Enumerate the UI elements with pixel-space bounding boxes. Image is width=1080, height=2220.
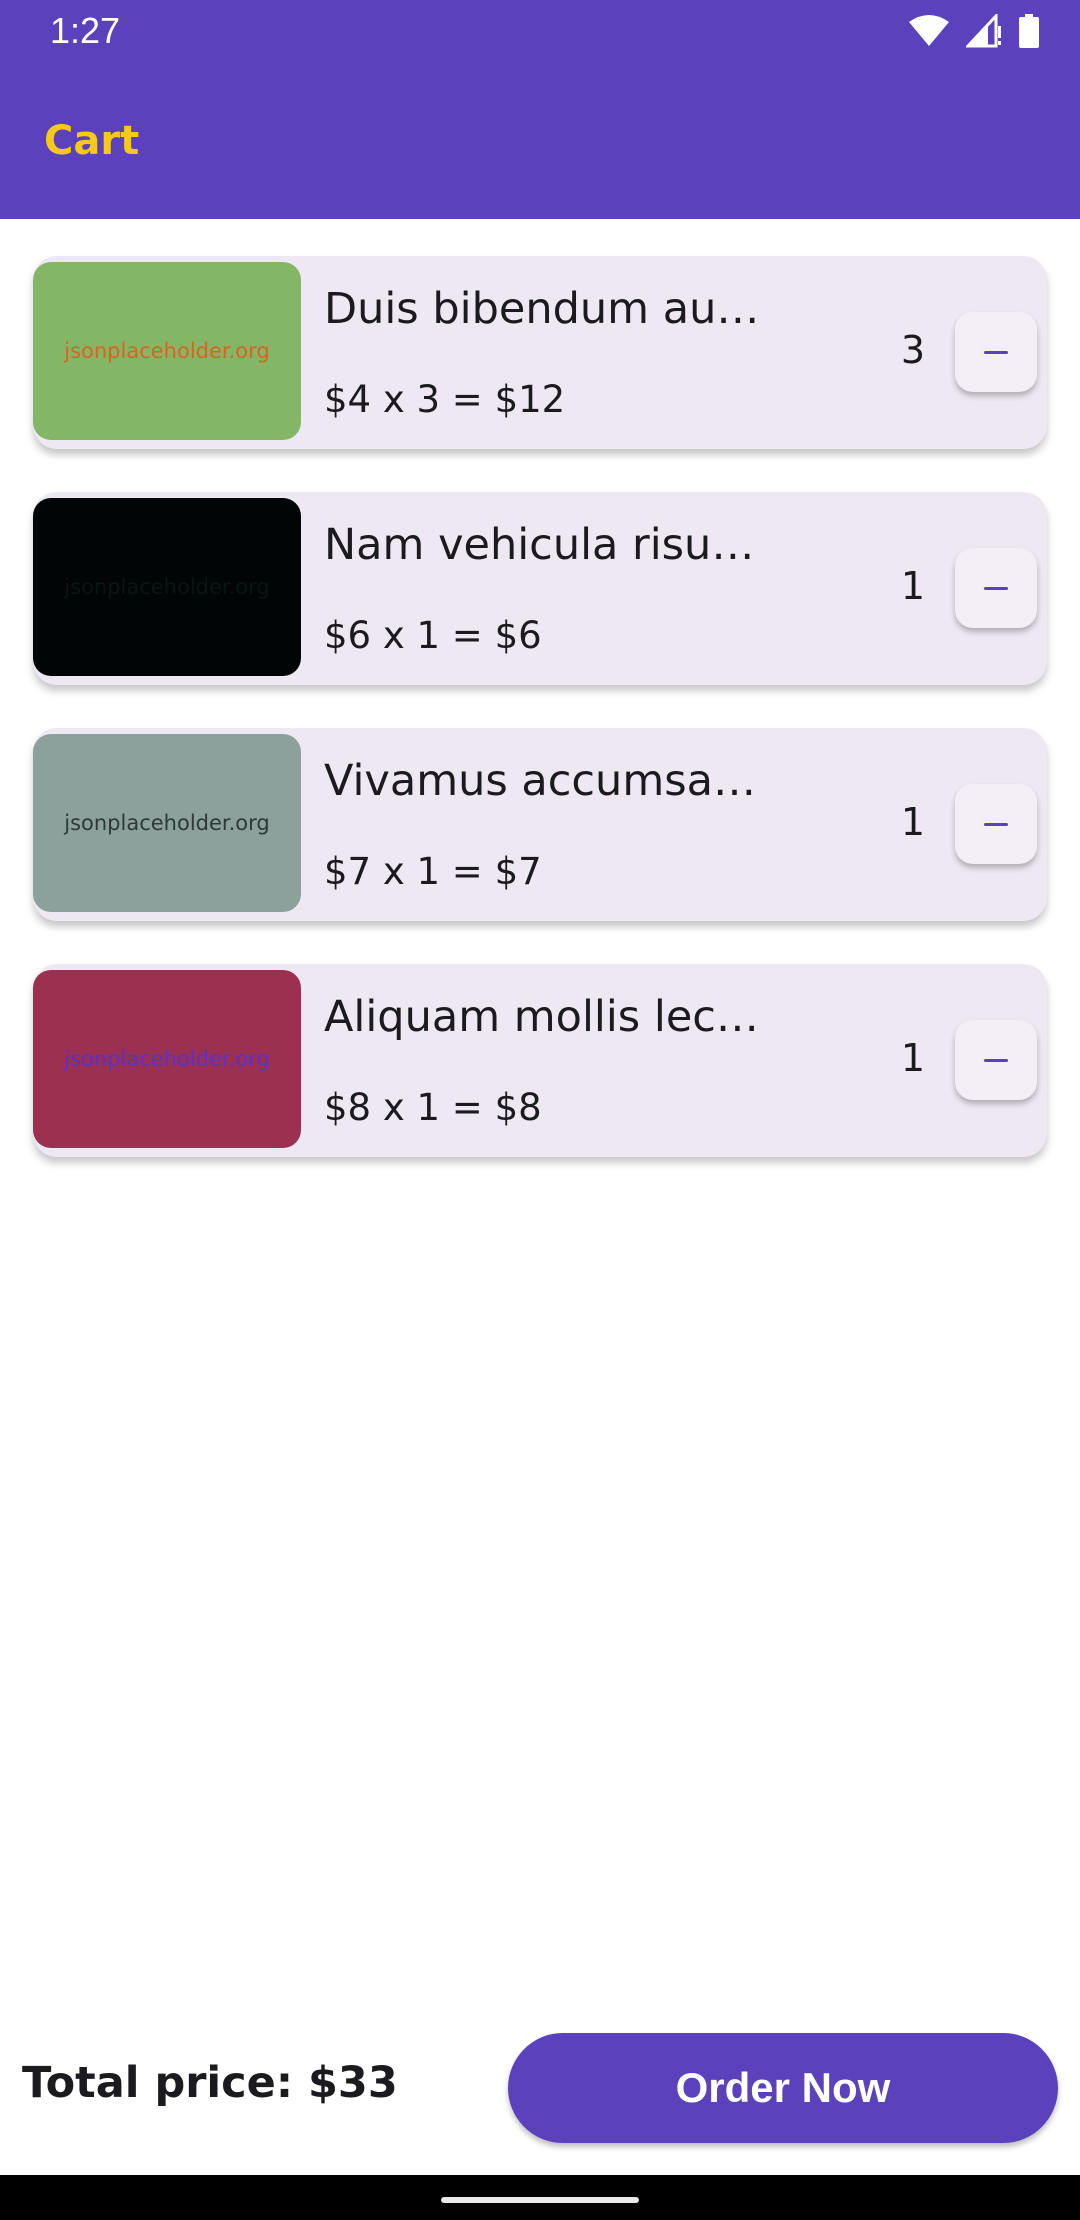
decrement-button[interactable] [955, 784, 1037, 864]
item-title: Aliquam mollis lec… [324, 992, 759, 1042]
status-time: 1:27 [50, 10, 121, 51]
decrement-button[interactable] [955, 312, 1037, 392]
item-price: $4 x 3 = $12 [324, 378, 566, 421]
order-now-button[interactable]: Order Now [508, 2033, 1058, 2143]
cart-item: jsonplaceholder.org Aliquam mollis lec… … [33, 964, 1047, 1157]
item-quantity: 1 [900, 1036, 926, 1080]
item-thumbnail: jsonplaceholder.org [33, 970, 301, 1148]
decrement-button[interactable] [955, 1020, 1037, 1100]
item-quantity: 3 [900, 328, 926, 372]
item-quantity: 1 [900, 800, 926, 844]
item-thumbnail: jsonplaceholder.org [33, 498, 301, 676]
signal-icon [966, 14, 1001, 48]
home-gesture-handle[interactable] [441, 2197, 639, 2203]
minus-icon [984, 350, 1008, 354]
cart-item: jsonplaceholder.org Nam vehicula risu… $… [33, 492, 1047, 685]
status-icons [908, 14, 1040, 48]
item-price: $6 x 1 = $6 [324, 614, 542, 657]
item-quantity: 1 [900, 564, 926, 608]
page-title: Cart [44, 118, 140, 164]
wifi-icon [909, 15, 949, 46]
app-bar: Cart [0, 66, 1080, 219]
item-title: Duis bibendum au… [324, 284, 760, 334]
thumbnail-text: jsonplaceholder.org [64, 811, 270, 835]
cart-screen: 1:27 Cart jsonplaceholder.org Duis biben… [0, 0, 1080, 2220]
cart-item: jsonplaceholder.org Duis bibendum au… $4… [33, 256, 1047, 449]
thumbnail-text: jsonplaceholder.org [64, 339, 270, 363]
item-title: Nam vehicula risu… [324, 520, 755, 570]
item-title: Vivamus accumsa… [324, 756, 756, 806]
cart-item: jsonplaceholder.org Vivamus accumsa… $7 … [33, 728, 1047, 921]
status-bar: 1:27 [0, 0, 1080, 66]
minus-icon [984, 822, 1008, 826]
battery-icon [1019, 14, 1039, 48]
total-price: Total price: $33 [22, 2058, 398, 2108]
navigation-bar [0, 2175, 1080, 2220]
item-price: $8 x 1 = $8 [324, 1086, 542, 1129]
thumbnail-text: jsonplaceholder.org [64, 1047, 270, 1071]
cart-list: jsonplaceholder.org Duis bibendum au… $4… [33, 256, 1047, 1200]
thumbnail-text: jsonplaceholder.org [64, 575, 270, 599]
item-price: $7 x 1 = $7 [324, 850, 542, 893]
minus-icon [984, 1058, 1008, 1062]
item-thumbnail: jsonplaceholder.org [33, 262, 301, 440]
minus-icon [984, 586, 1008, 590]
item-thumbnail: jsonplaceholder.org [33, 734, 301, 912]
decrement-button[interactable] [955, 548, 1037, 628]
